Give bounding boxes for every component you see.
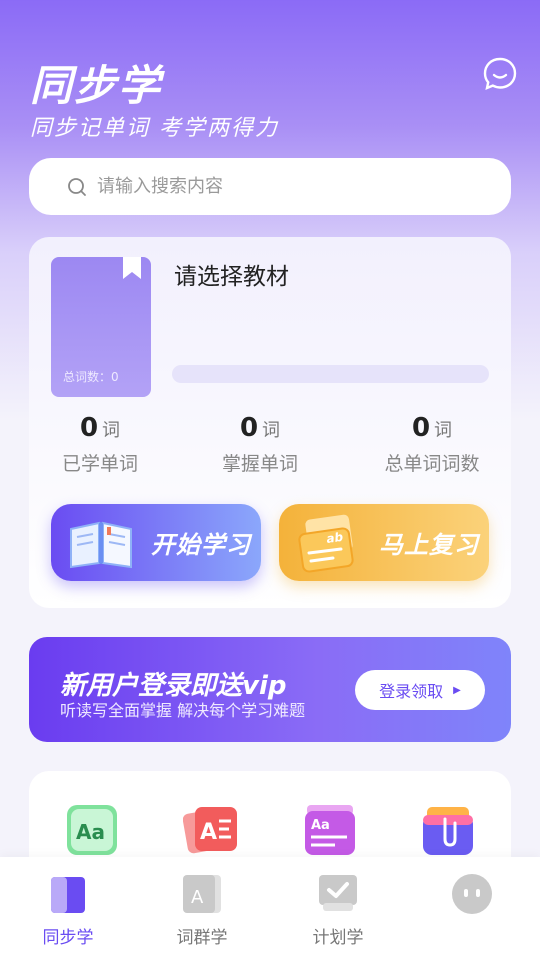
stat-unit: 词 [262, 420, 281, 441]
stat-value: 0 [79, 413, 99, 443]
stat-label: 总单词词数 [384, 453, 480, 475]
svg-text:Aa: Aa [76, 820, 105, 844]
svg-text:A: A [200, 820, 217, 845]
letter-a-cards-icon: A [182, 807, 237, 854]
svg-text:Aa: Aa [311, 818, 330, 833]
stat-label: 已学单词 [61, 453, 138, 475]
tab-label: 计划学 [312, 928, 364, 948]
clip-folder-icon [423, 807, 473, 855]
total-words-label: 总词数：0 [63, 370, 119, 384]
checklist-icon [319, 875, 357, 911]
svg-text:A: A [191, 887, 204, 908]
svg-text:ab: ab [325, 529, 344, 545]
chat-button[interactable] [482, 56, 518, 92]
claim-vip-label: 登录领取 [379, 682, 444, 701]
stat-total: 0词 总单词词数 [352, 413, 512, 476]
bookmark-icon [123, 257, 141, 279]
stat-learned: 0词 已学单词 [20, 413, 180, 476]
search-input[interactable] [97, 176, 477, 197]
vip-promo-banner[interactable]: 新用户登录即送vip 听读写全面掌握 解决每个学习难题 登录领取 ▶ [29, 637, 511, 742]
word-cards-icon: ab [298, 514, 354, 573]
stat-value: 0 [411, 413, 431, 443]
review-now-button[interactable]: ab 马上复习 [279, 504, 489, 581]
tab-word-group[interactable]: A 词群学 [152, 857, 252, 948]
vip-subtitle: 听读写全面掌握 解决每个学习难题 [60, 701, 306, 720]
tool-aa-book[interactable]: Aa [303, 803, 357, 857]
textbook-card: 总词数：0 请选择教材 0词 已学单词 0词 掌握单词 0词 总单词词数 开始学… [29, 237, 511, 608]
book-icon [51, 877, 85, 913]
aa-book-icon: Aa [305, 805, 355, 855]
tab-label: 同步学 [42, 928, 94, 948]
tab-sync-study[interactable]: 同步学 [18, 857, 118, 948]
textbook-cover[interactable]: 总词数：0 [51, 257, 151, 397]
search-icon [68, 177, 86, 196]
stat-label: 掌握单词 [221, 453, 298, 475]
letter-a-icon: A [183, 875, 221, 913]
triangle-right-icon: ▶ [453, 684, 461, 696]
tool-letter-cards[interactable]: A [182, 803, 237, 857]
tool-clip-folder[interactable] [421, 803, 475, 857]
tab-plan-study[interactable]: 计划学 [288, 857, 388, 948]
page-title: 同步学 [30, 61, 163, 110]
search-bar[interactable] [29, 158, 511, 215]
chat-bubble-icon [483, 57, 517, 90]
stat-value: 0 [239, 413, 259, 443]
tool-aa-card[interactable]: Aa [65, 803, 119, 857]
review-now-label: 马上复习 [379, 531, 479, 559]
aa-card-icon: Aa [67, 805, 117, 855]
claim-vip-button[interactable]: 登录领取 ▶ [355, 670, 485, 710]
bottom-tab-bar: 同步学 A 词群学 计划学 [0, 857, 540, 960]
select-textbook-link[interactable]: 请选择教材 [174, 257, 289, 291]
page-subtitle: 同步记单词 考学两得力 [30, 116, 279, 141]
tab-label: 词群学 [176, 928, 228, 948]
start-study-button[interactable]: 开始学习 [51, 504, 261, 581]
study-progress-bar [172, 365, 489, 383]
stat-mastered: 0词 掌握单词 [180, 413, 340, 476]
stat-unit: 词 [434, 420, 453, 441]
tab-profile[interactable] [422, 857, 522, 923]
open-book-icon [70, 521, 132, 568]
stat-unit: 词 [102, 420, 121, 441]
face-icon [452, 874, 492, 914]
start-study-label: 开始学习 [151, 531, 251, 559]
